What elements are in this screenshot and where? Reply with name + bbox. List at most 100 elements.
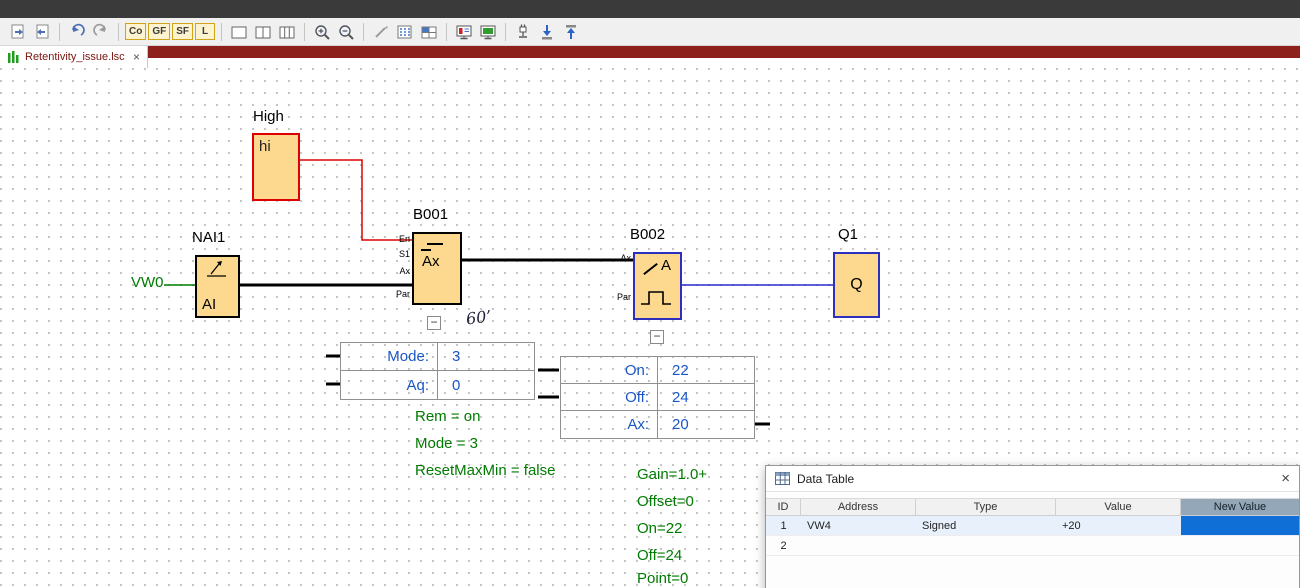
- annotation: ResetMaxMin = false: [415, 462, 555, 479]
- block-label-q1: Q1: [838, 226, 858, 243]
- param-value[interactable]: 22: [658, 357, 754, 383]
- param-value[interactable]: 0: [438, 371, 534, 399]
- pin-b001-en: En: [388, 234, 410, 244]
- param-row: Mode: 3: [341, 343, 534, 371]
- param-label: Off:: [561, 384, 658, 410]
- window-split2-icon[interactable]: [252, 21, 274, 43]
- editor-page-icon-1[interactable]: [7, 21, 29, 43]
- toolbar-separator: [363, 23, 364, 41]
- data-table-title: Data Table: [797, 472, 854, 486]
- param-value[interactable]: 3: [438, 343, 534, 370]
- column-header-new-value[interactable]: New Value: [1181, 499, 1299, 515]
- draw-connection-icon[interactable]: [370, 21, 392, 43]
- table-row[interactable]: 2: [766, 536, 1299, 556]
- collapse-b001-button[interactable]: −: [427, 316, 441, 330]
- upload-device-icon[interactable]: [560, 21, 582, 43]
- annotation: Mode = 3: [415, 435, 478, 452]
- mode-l-button[interactable]: L: [195, 23, 215, 40]
- annotation: Gain=1.0+: [637, 466, 707, 483]
- cell-address: [801, 536, 916, 555]
- param-label: Aq:: [341, 371, 438, 399]
- param-row: On: 22: [561, 357, 754, 384]
- toolbar-separator: [505, 23, 506, 41]
- column-header-value[interactable]: Value: [1056, 499, 1181, 515]
- column-header-type[interactable]: Type: [916, 499, 1056, 515]
- pin-b001-par: Par: [388, 289, 410, 299]
- block-b002[interactable]: A: [633, 252, 682, 320]
- block-b001[interactable]: Ax: [412, 232, 462, 305]
- cell-value: +20: [1056, 516, 1181, 535]
- interface-icon[interactable]: [512, 21, 534, 43]
- tab-close-icon[interactable]: ×: [133, 51, 140, 63]
- param-value[interactable]: 20: [658, 411, 754, 438]
- zoom-in-icon[interactable]: [311, 21, 333, 43]
- block-q1[interactable]: Q: [833, 252, 880, 318]
- cell-value: [1056, 536, 1181, 555]
- collapse-b002-button[interactable]: −: [650, 330, 664, 344]
- zoom-out-icon[interactable]: [335, 21, 357, 43]
- mode-sf-button[interactable]: SF: [172, 23, 193, 40]
- annotation: Rem = on: [415, 408, 480, 425]
- online-test-icon[interactable]: [477, 21, 499, 43]
- param-label: Mode:: [341, 343, 438, 370]
- redo-icon[interactable]: [90, 21, 112, 43]
- tab-retentivity-issue[interactable]: Retentivity_issue.lsc ×: [0, 46, 148, 68]
- window-single-icon[interactable]: [228, 21, 250, 43]
- param-row: Off: 24: [561, 384, 754, 411]
- block-hi-text: hi: [259, 138, 271, 155]
- annotation: Point=0: [637, 570, 688, 587]
- slash-symbol-icon: [643, 263, 658, 275]
- download-device-icon[interactable]: [536, 21, 558, 43]
- cell-id: 1: [766, 516, 801, 535]
- block-hi[interactable]: hi: [252, 133, 300, 201]
- data-table-header: ID Address Type Value New Value: [766, 498, 1299, 516]
- param-row: Ax: 20: [561, 411, 754, 438]
- mode-gf-button[interactable]: GF: [148, 23, 170, 40]
- cell-new-value-selected[interactable]: [1181, 516, 1299, 535]
- tab-bar: Retentivity_issue.lsc ×: [0, 46, 1300, 68]
- cell-type: [916, 536, 1056, 555]
- toolbar-separator: [59, 23, 60, 41]
- block-q1-text: Q: [850, 276, 862, 294]
- cursor-text: 60’: [465, 307, 493, 329]
- toolbar-separator: [221, 23, 222, 41]
- toolbar-separator: [304, 23, 305, 41]
- param-label: Ax:: [561, 411, 658, 438]
- param-value[interactable]: 24: [658, 384, 754, 410]
- block-label-nai1: NAI1: [192, 229, 225, 246]
- toolbar-separator: [446, 23, 447, 41]
- cell-address: VW4: [801, 516, 916, 535]
- pin-b001-s1: S1: [388, 249, 410, 259]
- pin-b002-par: Par: [609, 292, 631, 302]
- column-header-id[interactable]: ID: [766, 499, 801, 515]
- diagram-canvas[interactable]: High hi NAI1 VW0 AI B001 En S1 Ax Par Ax…: [0, 68, 1300, 588]
- block-label-high: High: [253, 108, 284, 125]
- table-row[interactable]: 1 VW4 Signed +20: [766, 516, 1299, 536]
- cell-type: Signed: [916, 516, 1056, 535]
- wire-hi-to-b001-en[interactable]: [300, 160, 412, 240]
- simulation-icon[interactable]: [453, 21, 475, 43]
- halftone-grid-icon[interactable]: [394, 21, 416, 43]
- close-icon[interactable]: ×: [1281, 471, 1290, 486]
- cell-grid-icon[interactable]: [418, 21, 440, 43]
- data-table-titlebar[interactable]: Data Table ×: [766, 466, 1299, 492]
- param-label: On:: [561, 357, 658, 383]
- toolbar: Co GF SF L: [0, 18, 1300, 46]
- data-table-window: Data Table × ID Address Type Value New V…: [765, 465, 1300, 588]
- mode-co-button[interactable]: Co: [125, 23, 146, 40]
- cell-id: 2: [766, 536, 801, 555]
- block-ai[interactable]: AI: [195, 255, 240, 318]
- undo-icon[interactable]: [66, 21, 88, 43]
- param-box-b001[interactable]: Mode: 3 Aq: 0: [340, 342, 535, 400]
- analog-symbol-icon: [205, 260, 229, 280]
- window-split3-icon[interactable]: [276, 21, 298, 43]
- maxmin-symbol-icon: [427, 243, 443, 245]
- threshold-step-icon: [639, 286, 677, 308]
- column-header-address[interactable]: Address: [801, 499, 916, 515]
- block-b001-text: Ax: [422, 253, 440, 270]
- cell-new-value[interactable]: [1181, 536, 1299, 555]
- block-label-b002: B002: [630, 226, 665, 243]
- operand-vw0[interactable]: VW0: [131, 274, 164, 291]
- editor-page-icon-2[interactable]: [31, 21, 53, 43]
- param-box-b002[interactable]: On: 22 Off: 24 Ax: 20: [560, 356, 755, 439]
